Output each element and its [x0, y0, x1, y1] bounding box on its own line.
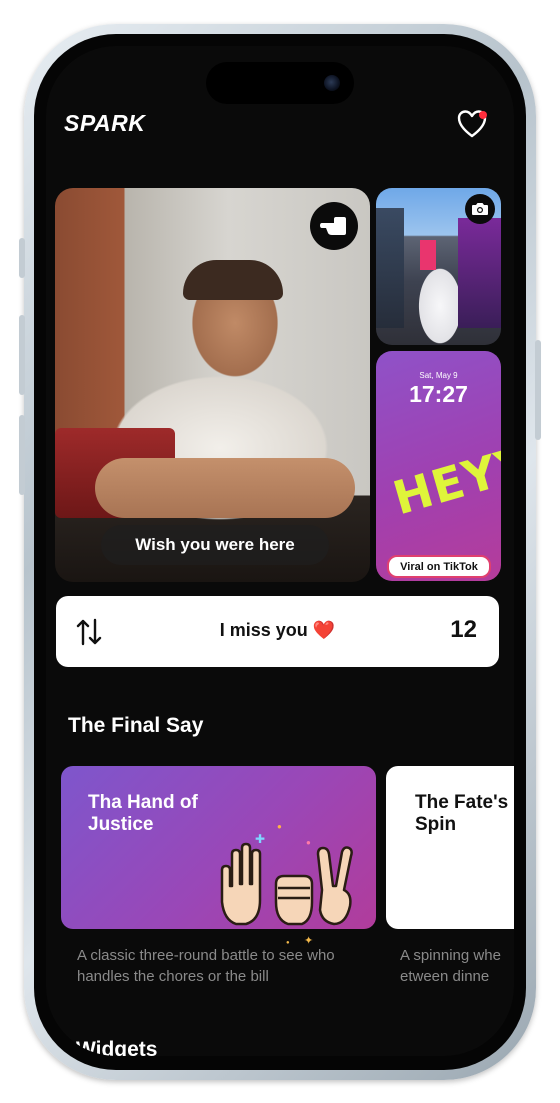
section-title-final-say: The Final Say [68, 714, 204, 737]
viral-badge[interactable]: Viral on TikTok [387, 555, 491, 578]
game-description: A spinning whe etween dinne [400, 947, 501, 985]
game-description: A classic three-round battle to see who … [77, 947, 335, 985]
game-title: Tha Hand of Justice [88, 792, 198, 835]
photo-caption: Wish you were here [101, 525, 329, 565]
camera-icon [472, 203, 488, 215]
action-button [19, 238, 25, 278]
section-title-widgets: Widgets [76, 1038, 158, 1056]
secondary-photo[interactable] [376, 188, 501, 345]
miss-you-card[interactable]: I miss you ❤️ 12 [56, 596, 499, 667]
widget-date: Sat, May 9 [419, 371, 458, 380]
volume-down-button [19, 415, 25, 495]
photo-building [376, 208, 404, 328]
sparkle-icon: ✦ [304, 935, 314, 947]
volume-up-button [19, 315, 25, 395]
sparkle-icon: ● [286, 940, 290, 946]
pointing-hand-icon [320, 217, 346, 235]
photo-subject-hair [183, 260, 283, 300]
app-logo: SPARK [64, 110, 146, 136]
game-title: The Fate's Spin [415, 792, 509, 835]
app-screen: SPARK Wish you were here Sat, May 9 17:2… [46, 46, 514, 1056]
dynamic-island [206, 62, 354, 104]
front-camera [324, 75, 340, 91]
heart-button[interactable] [457, 110, 489, 140]
photo-sign [420, 240, 436, 270]
widget-sticker-text: HEYY [387, 434, 501, 526]
nudge-button[interactable] [310, 202, 358, 250]
tiktok-widget[interactable]: Sat, May 9 17:27 HEYY Viral on TikTok [376, 351, 501, 581]
game-card-hand-of-justice[interactable]: Tha Hand of Justice ✚ ● ● [61, 766, 376, 929]
miss-you-count: 12 [450, 616, 477, 643]
notification-dot [479, 111, 487, 119]
power-button [535, 340, 541, 440]
main-photo[interactable]: Wish you were here [55, 188, 370, 582]
photo-subject-arms [95, 458, 355, 518]
miss-you-label: I miss you ❤️ [219, 620, 336, 640]
game-card-fates-spin[interactable]: The Fate's Spin [386, 766, 514, 929]
camera-button[interactable] [465, 194, 495, 224]
widget-time: 17:27 [409, 381, 468, 407]
sparkle-icon: ● [277, 822, 282, 831]
rock-paper-scissors-hands-icon [220, 842, 353, 926]
sparkle-icon: ● [306, 838, 311, 847]
photo-billboard [458, 218, 501, 328]
sparkle-icon: ✚ [255, 832, 266, 846]
